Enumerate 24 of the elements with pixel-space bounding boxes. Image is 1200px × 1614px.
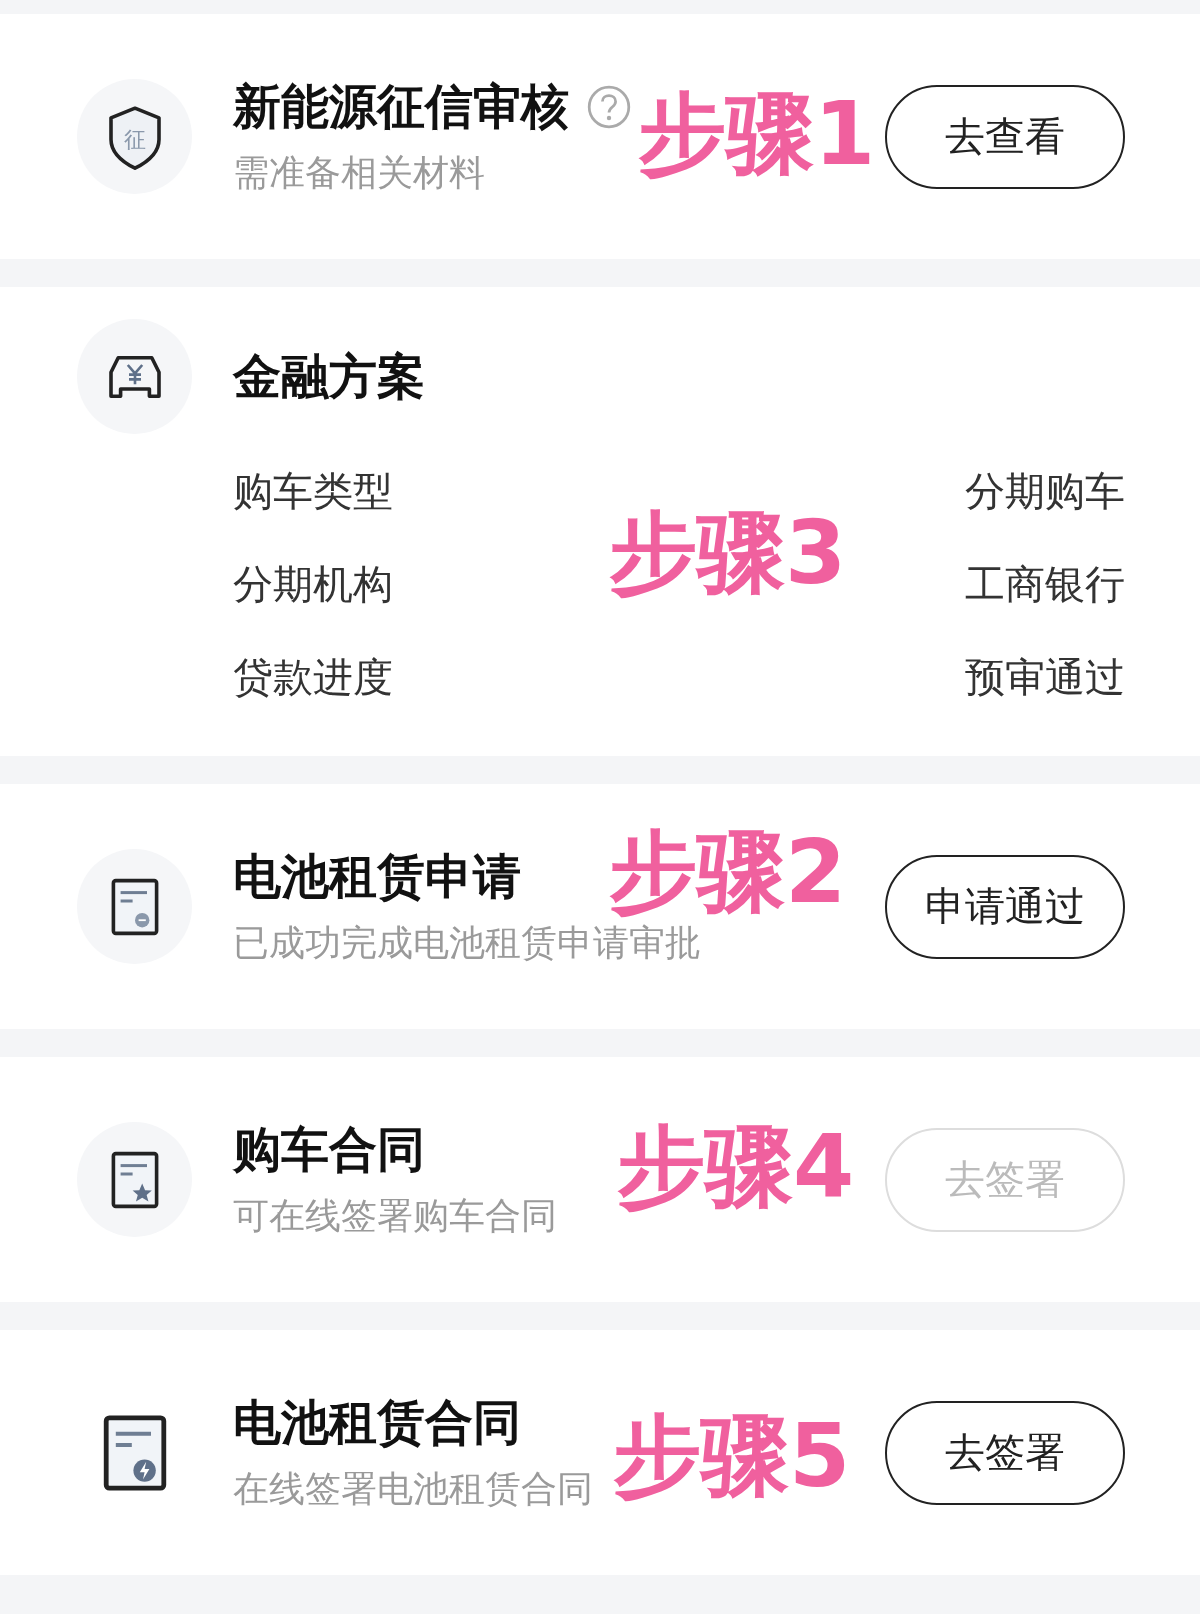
detail-label: 贷款进度 [233,653,393,702]
step-annotation: 步骤4 [617,1123,855,1211]
step-annotation: 步骤2 [609,828,847,916]
step-annotation: 步骤5 [613,1412,851,1500]
detail-value: 预审通过 [965,653,1125,702]
detail-label: 购车类型 [233,467,393,516]
card-subtitle: 在线签署电池租赁合同 [233,1467,594,1511]
help-icon[interactable] [587,85,631,129]
action-button[interactable]: 去查看 [885,84,1125,189]
card-title: 新能源征信审核 [233,77,569,136]
action-button[interactable]: 申请通过 [885,854,1125,959]
step-annotation: 步骤1 [638,90,876,178]
card-title: 购车合同 [233,1120,425,1179]
card-subtitle: 需准备相关材料 [233,151,486,195]
card-subtitle: 可在线签署购车合同 [233,1194,558,1238]
card-subtitle: 已成功完成电池租赁申请审批 [233,921,702,965]
action-button[interactable]: 去签署 [885,1400,1125,1505]
detail-value: 工商银行 [965,560,1125,609]
step-annotation: 步骤3 [609,509,847,597]
detail-label: 分期机构 [233,560,393,609]
card-title: 电池租赁合同 [233,1393,521,1452]
card-title: 电池租赁申请 [233,847,521,906]
detail-value: 分期购车 [965,467,1125,516]
card-title: 金融方案 [233,346,425,406]
